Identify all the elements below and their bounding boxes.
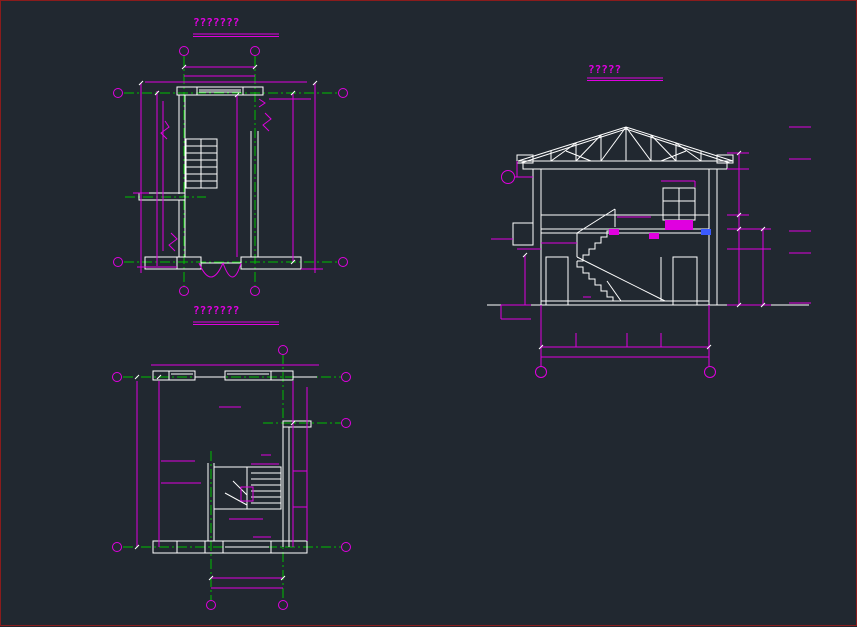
section-dimension-lines: [491, 126, 811, 367]
stair-treads: [185, 138, 218, 189]
lower-stair-plan: ???????: [112, 304, 351, 610]
roof-truss: [517, 126, 734, 164]
plan-lower-title: ???????: [193, 304, 239, 317]
building-section: ?????: [487, 63, 811, 378]
plan-walls-lower: [152, 370, 317, 554]
section-axis-bubbles: [535, 366, 716, 378]
plan-upper-title: ???????: [193, 16, 239, 29]
dimension-lines: [133, 66, 323, 273]
axis-bubbles-lower: [112, 345, 351, 610]
axis-grid-lines-lower: [123, 354, 341, 601]
section-window: [609, 187, 711, 239]
dimension-lines-lower: [136, 364, 319, 589]
section-title: ?????: [588, 63, 621, 76]
cad-drawing: ??????? ??????? ?????: [112, 16, 811, 610]
section-walls: [487, 169, 809, 306]
section-stair: [576, 208, 666, 302]
stair-treads-lower: [213, 466, 282, 510]
cad-drawing-canvas[interactable]: ??????? ??????? ?????: [0, 0, 857, 626]
axis-bubbles: [113, 46, 348, 296]
upper-stair-plan: ???????: [113, 16, 348, 296]
section-dimension-ticks: [522, 150, 766, 350]
